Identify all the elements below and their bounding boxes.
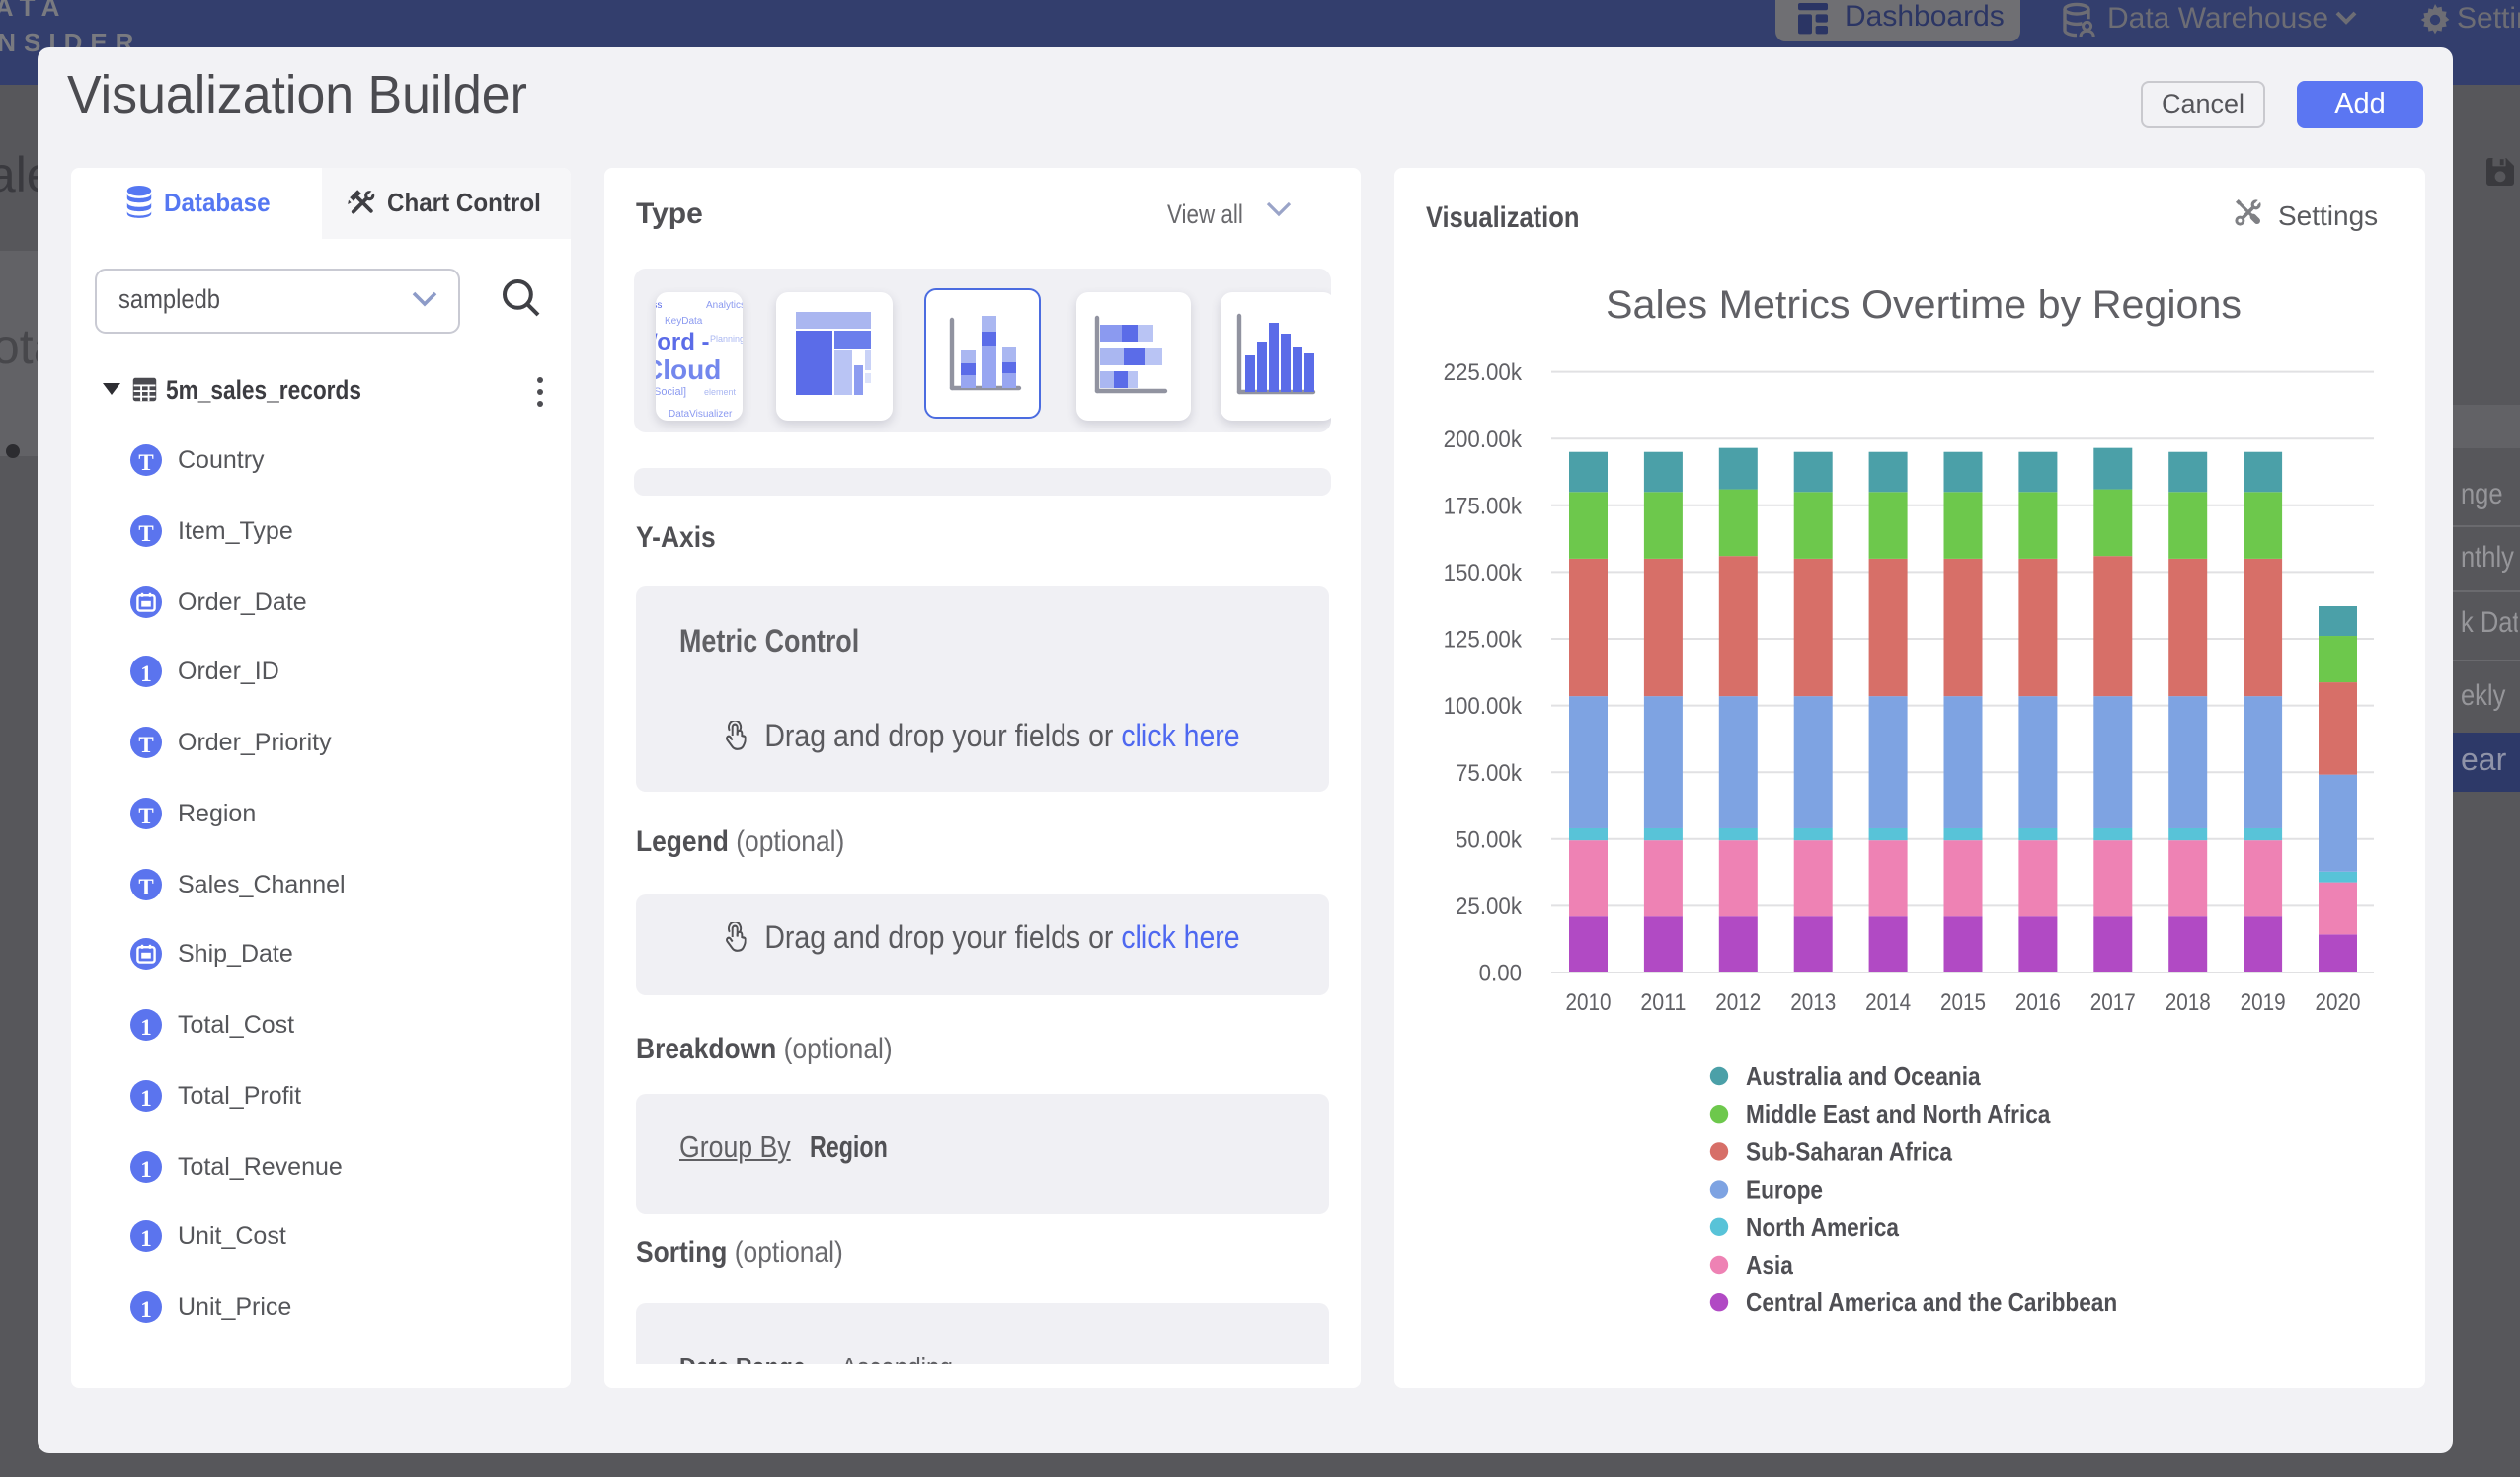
svg-text:Middle East and North Africa: Middle East and North Africa xyxy=(1745,1098,2050,1127)
svg-text:Europe: Europe xyxy=(1745,1174,1822,1204)
svg-text:2010: 2010 xyxy=(1565,988,1611,1015)
svg-text:225.00k: 225.00k xyxy=(1443,358,1522,385)
svg-text:2018: 2018 xyxy=(2165,988,2210,1015)
svg-text:25.00k: 25.00k xyxy=(1455,893,1522,919)
svg-text:2017: 2017 xyxy=(2089,988,2135,1015)
svg-text:125.00k: 125.00k xyxy=(1443,626,1522,653)
svg-text:Asia: Asia xyxy=(1745,1249,1792,1279)
svg-text:Sales Metrics Overtime by Regi: Sales Metrics Overtime by Regions xyxy=(1605,282,2241,326)
svg-text:2012: 2012 xyxy=(1714,988,1760,1015)
svg-text:0.00: 0.00 xyxy=(1478,960,1521,986)
svg-text:Australia and Oceania: Australia and Oceania xyxy=(1745,1060,1980,1090)
svg-text:2019: 2019 xyxy=(2240,988,2285,1015)
svg-text:200.00k: 200.00k xyxy=(1443,426,1522,452)
svg-text:Central America and the Caribb: Central America and the Caribbean xyxy=(1745,1286,2116,1316)
svg-text:50.00k: 50.00k xyxy=(1455,825,1522,852)
svg-text:Sub-Saharan Africa: Sub-Saharan Africa xyxy=(1745,1135,1951,1165)
svg-text:2015: 2015 xyxy=(1939,988,1985,1015)
svg-text:75.00k: 75.00k xyxy=(1455,759,1522,786)
svg-text:100.00k: 100.00k xyxy=(1443,692,1522,719)
svg-text:150.00k: 150.00k xyxy=(1443,559,1522,585)
svg-text:2020: 2020 xyxy=(2315,988,2360,1015)
svg-text:2014: 2014 xyxy=(1864,988,1910,1015)
svg-text:2013: 2013 xyxy=(1789,988,1835,1015)
svg-text:2011: 2011 xyxy=(1639,988,1685,1015)
svg-text:2016: 2016 xyxy=(2014,988,2060,1015)
svg-text:175.00k: 175.00k xyxy=(1443,492,1522,518)
svg-text:North America: North America xyxy=(1745,1211,1898,1241)
